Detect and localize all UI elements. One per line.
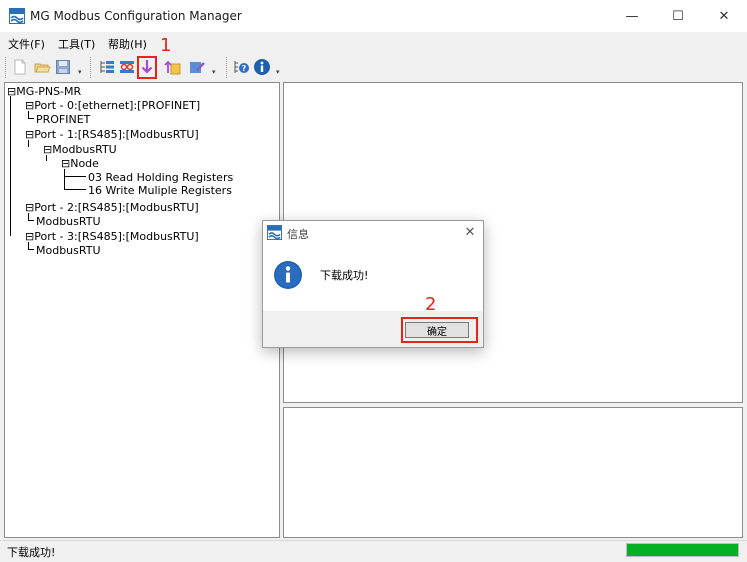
device-tree[interactable]: ⊟MG-PNS-MR ⊟Port - 0:[ethernet]:[PROFINE…	[4, 82, 280, 538]
ok-button[interactable]: 确定	[405, 322, 469, 338]
toolbar-separator	[226, 57, 228, 78]
log-pane[interactable]	[283, 407, 743, 538]
progress-bar	[626, 543, 739, 557]
toolbar-dropdown-3[interactable]: ▾	[276, 68, 280, 76]
tree-connector	[64, 169, 65, 189]
close-button[interactable]: ✕	[701, 0, 747, 32]
collapse-toggle-icon[interactable]: ⊟	[25, 128, 34, 141]
toolbar-dropdown-1[interactable]: ▾	[78, 68, 82, 76]
collapse-toggle-icon[interactable]: ⊟	[25, 201, 34, 214]
expand-tree-icon[interactable]	[98, 58, 116, 76]
tree-connector	[64, 189, 86, 190]
maximize-button[interactable]: ☐	[655, 0, 701, 32]
tree-item-modbusrtu-2[interactable]: ModbusRTU	[36, 215, 101, 229]
tree-root[interactable]: ⊟MG-PNS-MR	[7, 85, 81, 99]
tree-item-port-1[interactable]: ⊟Port - 1:[RS485]:[ModbusRTU]	[25, 128, 199, 142]
edit-icon[interactable]	[188, 58, 206, 76]
toolbar-grip	[5, 57, 7, 78]
help-icon[interactable]: ?	[232, 58, 250, 76]
toolbar-dropdown-2[interactable]: ▾	[212, 68, 216, 76]
tree-item-modbusrtu-1[interactable]: ⊟ModbusRTU	[43, 143, 117, 157]
dialog-body: 下载成功!	[263, 245, 483, 311]
tree-item-profinet[interactable]: PROFINET	[36, 113, 90, 127]
collapse-toggle-icon[interactable]: ⊟	[25, 230, 34, 243]
tree-connector	[64, 176, 86, 177]
tree-item-port-0[interactable]: ⊟Port - 0:[ethernet]:[PROFINET]	[25, 99, 200, 113]
dialog-close-button[interactable]: ✕	[461, 223, 479, 241]
toolbar-separator	[90, 57, 92, 78]
information-icon	[274, 261, 302, 289]
app-logo-icon	[267, 225, 282, 240]
collapse-toggle-icon[interactable]: ⊟	[43, 143, 52, 156]
collapse-toggle-icon[interactable]: ⊟	[7, 85, 16, 98]
tree-connector	[28, 220, 34, 221]
collapse-toggle-icon[interactable]: ⊟	[61, 157, 70, 170]
tree-connector	[28, 118, 34, 119]
upload-icon[interactable]	[163, 58, 181, 76]
tree-item-read-holding-registers[interactable]: 03 Read Holding Registers	[88, 171, 233, 185]
open-folder-icon[interactable]	[33, 58, 51, 76]
step-1-label: 1	[160, 35, 172, 56]
menu-tools[interactable]: 工具(T)	[58, 36, 95, 52]
app-logo-icon	[9, 8, 25, 24]
download-icon[interactable]	[138, 58, 156, 76]
collapse-toggle-icon[interactable]: ⊟	[25, 99, 34, 112]
message-dialog: 信息 ✕ 下载成功! 2 确定	[262, 220, 484, 348]
menu-help[interactable]: 帮助(H)	[108, 36, 147, 52]
connect-icon[interactable]	[118, 58, 136, 76]
tree-item-modbusrtu-3[interactable]: ModbusRTU	[36, 244, 101, 258]
tree-connector	[28, 249, 34, 250]
menu-file[interactable]: 文件(F)	[8, 36, 45, 52]
tree-item-port-2[interactable]: ⊟Port - 2:[RS485]:[ModbusRTU]	[25, 201, 199, 215]
tree-item-write-multiple-registers[interactable]: 16 Write Muliple Registers	[88, 184, 232, 198]
save-icon[interactable]	[54, 58, 72, 76]
window-title: MG Modbus Configuration Manager	[30, 9, 242, 23]
new-file-icon[interactable]	[11, 58, 29, 76]
minimize-button[interactable]: —	[609, 0, 655, 32]
step-2-label: 2	[425, 294, 437, 315]
tree-item-port-3[interactable]: ⊟Port - 3:[RS485]:[ModbusRTU]	[25, 230, 199, 244]
status-text: 下载成功!	[7, 546, 56, 559]
dialog-message: 下载成功!	[320, 269, 369, 282]
progress-fill	[627, 544, 738, 556]
tree-connector	[10, 96, 11, 236]
info-icon[interactable]	[253, 58, 271, 76]
tree-item-node[interactable]: ⊟Node	[61, 157, 99, 171]
svg-text:?: ?	[242, 64, 247, 73]
dialog-title: 信息	[287, 228, 309, 241]
